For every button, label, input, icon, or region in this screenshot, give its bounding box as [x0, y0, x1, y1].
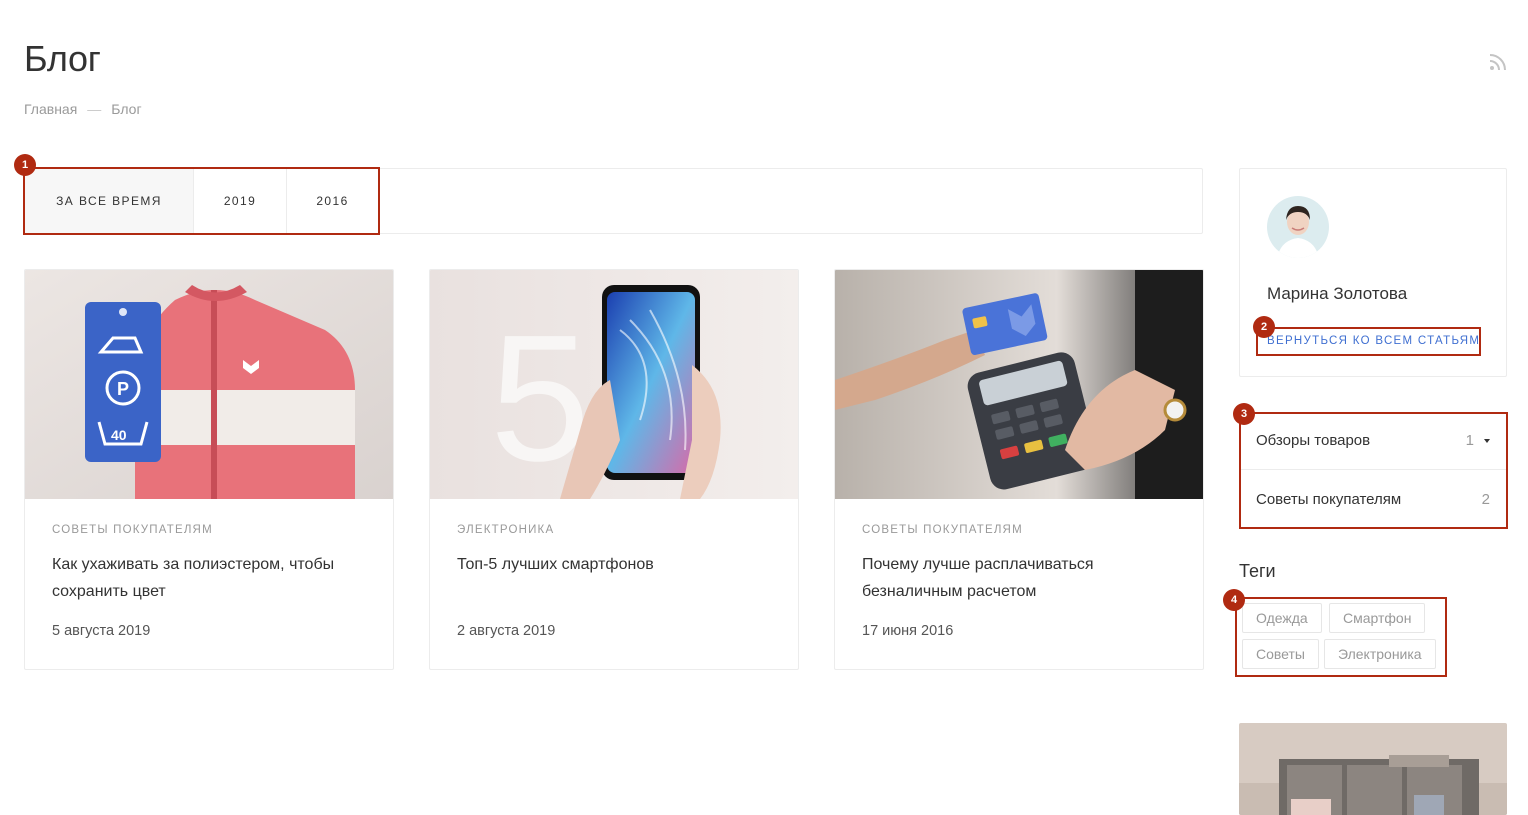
year-filter-bar: ЗА ВСЕ ВРЕМЯ 2019 2016: [24, 168, 1203, 234]
promo-banner-image[interactable]: [1239, 723, 1507, 815]
article-image-jacket[interactable]: P 40: [25, 270, 393, 499]
annotation-badge-1: 1: [14, 154, 36, 176]
article-title[interactable]: Почему лучше расплачиваться безналичным …: [862, 551, 1176, 607]
annotation-badge-2: 2: [1253, 316, 1275, 338]
category-count: 1: [1465, 432, 1474, 449]
page-title: Блог: [24, 38, 101, 79]
breadcrumb: Главная — Блог: [24, 101, 142, 117]
tag-item[interactable]: Электроника: [1324, 639, 1436, 669]
article-card[interactable]: P 40 СОВЕТЫ ПОКУПАТЕЛЯМ Как ухаживать за…: [24, 269, 394, 670]
author-avatar: [1267, 196, 1329, 258]
article-title[interactable]: Как ухаживать за полиэстером, чтобы сохр…: [52, 551, 366, 607]
breadcrumb-current: Блог: [111, 101, 142, 117]
annotation-badge-3: 3: [1233, 403, 1255, 425]
category-list: Обзоры товаров 1 Советы покупателям 2: [1239, 412, 1507, 529]
category-item[interactable]: Советы покупателям 2: [1239, 470, 1507, 528]
category-name[interactable]: Обзоры товаров: [1256, 432, 1370, 449]
svg-text:P: P: [117, 379, 129, 399]
tag-item[interactable]: Советы: [1242, 639, 1319, 669]
author-box: Марина Золотова ВЕРНУТЬСЯ КО ВСЕМ СТАТЬЯ…: [1239, 168, 1507, 377]
article-category[interactable]: СОВЕТЫ ПОКУПАТЕЛЯМ: [862, 524, 1176, 538]
article-date: 17 июня 2016: [862, 623, 954, 639]
category-item[interactable]: Обзоры товаров 1: [1239, 412, 1507, 470]
year-tab-2016[interactable]: 2016: [287, 169, 379, 233]
year-tab-2019[interactable]: 2019: [194, 169, 287, 233]
category-count: 2: [1481, 490, 1490, 508]
article-date: 5 августа 2019: [52, 623, 151, 639]
article-card[interactable]: 5 ЭЛЕКТРОНИКА Топ-5 лучших смартфонов 2 …: [429, 269, 799, 670]
article-category[interactable]: СОВЕТЫ ПОКУПАТЕЛЯМ: [52, 524, 366, 538]
tag-item[interactable]: Смартфон: [1329, 603, 1426, 633]
back-to-all-articles-link[interactable]: ВЕРНУТЬСЯ КО ВСЕМ СТАТЬЯМ: [1267, 335, 1480, 347]
category-name[interactable]: Советы покупателям: [1256, 491, 1401, 508]
breadcrumb-home[interactable]: Главная: [24, 101, 77, 117]
article-card[interactable]: СОВЕТЫ ПОКУПАТЕЛЯМ Почему лучше расплачи…: [834, 269, 1204, 670]
article-category[interactable]: ЭЛЕКТРОНИКА: [457, 524, 771, 538]
year-tab-all-time[interactable]: ЗА ВСЕ ВРЕМЯ: [25, 169, 194, 233]
tags-heading: Теги: [1239, 561, 1276, 581]
tag-item[interactable]: Одежда: [1242, 603, 1322, 633]
rss-icon[interactable]: [1488, 52, 1508, 72]
article-title[interactable]: Топ-5 лучших смартфонов: [457, 551, 771, 607]
svg-text:40: 40: [111, 427, 127, 443]
article-date: 2 августа 2019: [457, 623, 556, 639]
author-name: Марина Золотова: [1267, 284, 1408, 303]
annotation-badge-4: 4: [1223, 589, 1245, 611]
blog-page: Блог Главная — Блог ЗА ВСЕ ВРЕМЯ 2019 20…: [0, 0, 1528, 815]
breadcrumb-separator: —: [87, 101, 102, 117]
chevron-down-icon[interactable]: [1484, 438, 1490, 443]
article-image-smartphone[interactable]: 5: [430, 270, 798, 499]
article-image-payment[interactable]: [835, 270, 1203, 499]
